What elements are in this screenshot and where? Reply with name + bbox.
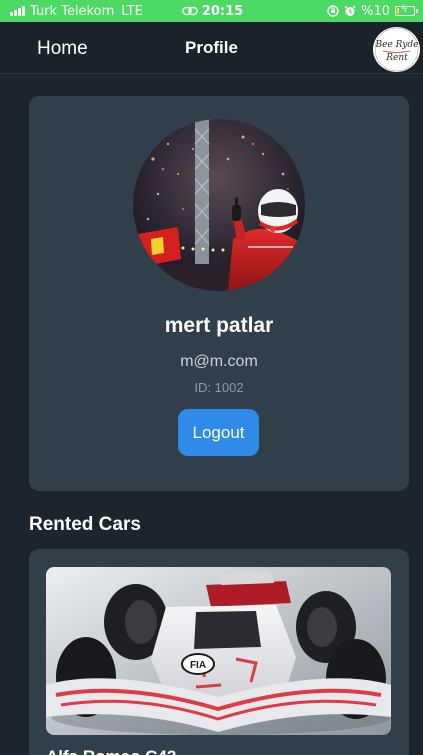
user-email: m@m.com <box>180 353 258 370</box>
logo-text-top: Bee Ryde <box>375 40 419 50</box>
user-name: mert patlar <box>164 314 274 337</box>
carrier-name: Turk Telekom <box>30 3 115 19</box>
avatar <box>133 119 305 291</box>
logout-button[interactable]: Logout <box>178 409 259 456</box>
alarm-icon <box>344 5 356 16</box>
battery-fill <box>397 8 399 14</box>
lock-rotation-icon <box>327 5 339 17</box>
page-title: Profile <box>185 38 238 57</box>
status-right: %10 ϟ <box>295 3 418 19</box>
car-image: FIA <box>46 567 391 735</box>
status-bar: Turk Telekom LTE 20:15 %10 ϟ <box>0 0 423 22</box>
link-icon <box>182 6 198 16</box>
charging-bolt-icon: ϟ <box>401 4 408 15</box>
bee-ryde-logo-icon: Bee Ryde Rent <box>374 27 419 72</box>
rented-car-card[interactable]: FIA Alfa Romeo C42 <box>29 549 409 755</box>
avatar-photo <box>133 119 305 291</box>
car-name: Alfa Romeo C42 <box>46 747 176 755</box>
status-center: 20:15 <box>130 4 295 19</box>
car-photo: FIA <box>46 567 391 735</box>
profile-screen: Turk Telekom LTE 20:15 %10 ϟ Home Profil… <box>0 0 423 755</box>
status-time: 20:15 <box>201 3 244 19</box>
logo-text-bottom: Rent <box>385 53 408 63</box>
rented-cars-title: Rented Cars <box>29 514 141 535</box>
fia-badge-text: FIA <box>190 660 206 671</box>
navigation-bar: Home Profile Bee Ryde Rent <box>0 22 423 74</box>
user-id: ID: 1002 <box>194 380 244 395</box>
brand-logo[interactable]: Bee Ryde Rent <box>373 27 420 72</box>
signal-icon <box>10 6 25 16</box>
profile-card: mert patlar m@m.com ID: 1002 Logout <box>29 96 409 491</box>
battery-icon: ϟ <box>395 4 418 16</box>
battery-percentage: %10 <box>361 3 390 19</box>
